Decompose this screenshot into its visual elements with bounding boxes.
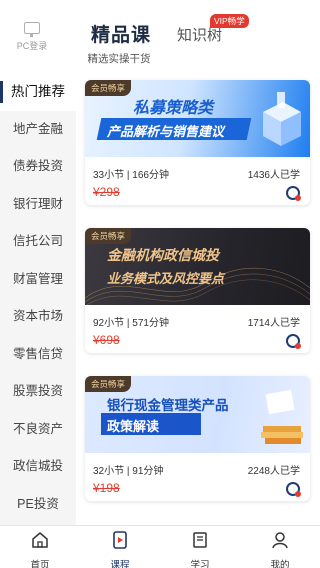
tab-featured-title: 精品课 (90, 25, 151, 46)
banner-title-line2: 业务模式及风控要点 (107, 271, 225, 286)
course-price: ¥198 (93, 481, 120, 495)
course-card[interactable]: 会员畅享 银行现金管理类产品 政策解读 32小节 | 91分钟 2248人已学 … (85, 376, 310, 501)
member-tag: 会员畅享 (85, 228, 132, 244)
course-learners: 1714人已学 (247, 318, 300, 329)
profile-icon (272, 532, 288, 549)
course-banner: 会员畅享 私募策略类 产品解析与销售建议 (85, 80, 310, 157)
study-icon (193, 532, 207, 548)
home-icon (32, 532, 48, 548)
bottom-tab-bar: 首页 课程 学习 我的 (0, 525, 320, 568)
banner-title-line1: 私募策略类 (133, 100, 214, 117)
top-header: PC登录 精品课 精选实操干货 知识树 VIP畅学 (0, 0, 320, 66)
sidebar-item-real-estate-finance[interactable]: 地产金融 (0, 111, 76, 149)
sidebar-item-wealth-management[interactable]: 财富管理 (0, 261, 76, 299)
play-icon[interactable] (286, 482, 301, 497)
sidebar-item-pe[interactable]: PE投资 (0, 486, 76, 524)
tab-study-label: 学习 (190, 560, 210, 568)
course-learners: 2248人已学 (247, 466, 300, 477)
member-tag: 会员畅享 (85, 80, 132, 96)
sidebar-item-retail-credit[interactable]: 零售信贷 (0, 336, 76, 374)
tab-featured-courses[interactable]: 精品课 精选实操干货 (86, 20, 156, 66)
course-price: ¥298 (93, 185, 120, 199)
course-meta: 33小节 | 166分钟 (93, 170, 169, 181)
banner-title-line2: 政策解读 (107, 419, 160, 434)
course-list: 会员畅享 私募策略类 产品解析与销售建议 33小节 | 166分钟 1436人已… (76, 66, 320, 525)
document-stack-icon (261, 390, 303, 444)
pc-login-button[interactable]: PC登录 (14, 22, 50, 52)
sidebar-item-bond-investment[interactable]: 债券投资 (0, 148, 76, 186)
tab-home[interactable]: 首页 (0, 526, 80, 568)
category-sidebar: 热门推荐 地产金融 债券投资 银行理财 信托公司 财富管理 资本市场 零售信贷 … (0, 73, 76, 525)
tab-featured-subtitle: 精选实操干货 (87, 53, 151, 65)
sidebar-item-stock-investment[interactable]: 股票投资 (0, 373, 76, 411)
course-icon (113, 531, 127, 549)
sidebar-item-bank-wealth[interactable]: 银行理财 (0, 186, 76, 224)
sidebar-item-trust[interactable]: 信托公司 (0, 223, 76, 261)
course-card[interactable]: 会员畅享 金融机构政信城投 业务模式及风控要点 92小节 | 571分钟 171… (85, 228, 310, 353)
banner-title-line2: 产品解析与销售建议 (107, 124, 225, 139)
member-tag: 会员畅享 (85, 376, 132, 392)
sidebar-item-capital-market[interactable]: 资本市场 (0, 298, 76, 336)
tab-study[interactable]: 学习 (160, 526, 240, 568)
tab-course-label: 课程 (110, 560, 130, 568)
play-icon[interactable] (286, 334, 301, 349)
sidebar-item-npl[interactable]: 不良资产 (0, 411, 76, 449)
vip-badge: VIP畅学 (210, 14, 249, 28)
banner-title-line1: 银行现金管理类产品 (107, 398, 229, 413)
banner-title-line1: 金融机构政信城投 (107, 247, 219, 263)
course-price: ¥698 (93, 333, 120, 347)
tab-profile[interactable]: 我的 (240, 526, 320, 568)
sidebar-item-hot[interactable]: 热门推荐 (0, 73, 76, 111)
course-meta: 92小节 | 571分钟 (93, 318, 169, 329)
course-banner: 会员畅享 银行现金管理类产品 政策解读 (85, 376, 310, 453)
play-icon[interactable] (286, 186, 301, 201)
course-banner: 会员畅享 金融机构政信城投 业务模式及风控要点 (85, 228, 310, 305)
course-meta: 32小节 | 91分钟 (93, 466, 164, 477)
course-learners: 1436人已学 (247, 170, 300, 181)
tab-profile-label: 我的 (270, 560, 290, 568)
tab-home-label: 首页 (30, 560, 50, 568)
tab-course[interactable]: 课程 (80, 526, 160, 568)
course-card[interactable]: 会员畅享 私募策略类 产品解析与销售建议 33小节 | 166分钟 1436人已… (85, 80, 310, 205)
cube-illustration-icon (263, 92, 301, 146)
sidebar-item-government-investment[interactable]: 政信城投 (0, 448, 76, 486)
pc-login-label: PC登录 (16, 41, 48, 51)
monitor-icon (24, 22, 40, 37)
